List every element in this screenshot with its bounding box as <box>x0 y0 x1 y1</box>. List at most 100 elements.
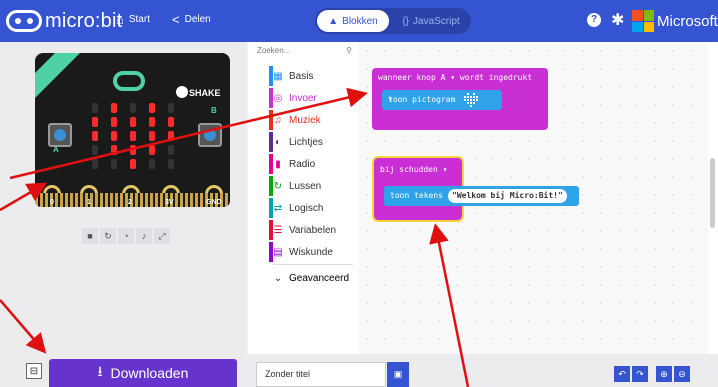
category-invoer[interactable]: ◎ Invoer <box>273 88 356 108</box>
led <box>111 145 117 155</box>
on-button-pressed-block[interactable]: wanneer knop A ▾ wordt ingedrukt toon pi… <box>372 68 548 130</box>
category-label: Variabelen <box>289 224 337 236</box>
chevron-down-icon[interactable]: ▾ <box>388 95 393 104</box>
led <box>130 131 136 141</box>
javascript-tab[interactable]: {} JavaScript <box>395 10 467 32</box>
led <box>168 145 174 155</box>
led <box>111 131 117 141</box>
led <box>149 145 155 155</box>
block2-header: bij schudden ▾ <box>380 165 448 174</box>
zoom-in-icon[interactable]: ⊕ <box>656 366 672 382</box>
fullscreen-icon[interactable]: ⤢ <box>154 228 170 244</box>
blocks-tab[interactable]: ▲ Blokken <box>317 10 389 32</box>
category-advanced[interactable]: ⌄ Geavanceerd <box>273 268 356 288</box>
category-label: Radio <box>289 158 316 170</box>
search-input[interactable]: Zoeken... <box>257 46 290 55</box>
brand-label: Microsoft <box>657 12 718 30</box>
string-field[interactable]: "Welkom bij Micro:Bit!" <box>448 189 567 203</box>
category-label: Lussen <box>289 180 322 192</box>
button-a[interactable] <box>48 123 72 147</box>
shuffle-icon: ⇄ <box>273 202 283 214</box>
advanced-label: Geavanceerd <box>289 272 350 284</box>
led <box>92 145 98 155</box>
shake-button[interactable] <box>176 86 188 98</box>
show-icon-block[interactable]: toon pictogram ▾ <box>382 90 502 110</box>
led <box>149 117 155 127</box>
led <box>149 131 155 141</box>
led <box>130 117 136 127</box>
led <box>111 103 117 113</box>
toolbox-divider <box>273 264 353 265</box>
download-label: Downloaden <box>110 365 189 381</box>
download-button[interactable]: ⭳ Downloaden <box>49 359 237 387</box>
javascript-label: JavaScript <box>413 15 460 27</box>
edge-connector <box>35 193 230 207</box>
start-label: Start <box>128 14 150 25</box>
shake-label: SHAKE <box>189 88 221 98</box>
simulator-panel: A B SHAKE 0 1 2 3V GND ■ ↻ ◔ ♪ ⤢ <box>0 42 246 354</box>
category-basis[interactable]: ▦ Basis <box>273 66 356 86</box>
redo-icon[interactable]: ↷ <box>632 366 648 382</box>
help-icon[interactable]: ? <box>587 13 601 27</box>
button-b-label: B <box>211 106 217 115</box>
chevron-down-icon: ⌄ <box>273 272 283 284</box>
zoom-out-icon[interactable]: ⊖ <box>674 366 690 382</box>
search-icon: ⚲ <box>346 46 352 55</box>
category-label: Invoer <box>289 92 317 104</box>
led <box>168 131 174 141</box>
category-lussen[interactable]: ↻ Lussen <box>273 176 356 196</box>
logo-text: micro:bit <box>45 9 123 32</box>
slowmo-icon[interactable]: ◔ <box>118 228 134 244</box>
start-button[interactable]: ⌂ Start <box>116 12 150 27</box>
toggle-icon: ◐ <box>274 136 282 148</box>
headphones-icon: ♫ <box>274 114 282 126</box>
signal-icon: ▮ <box>275 158 281 170</box>
save-icon[interactable]: ▣ <box>387 362 409 387</box>
blocks-icon: ▲ <box>328 15 339 27</box>
category-label: Wiskunde <box>289 246 333 258</box>
led <box>130 159 136 169</box>
pin-label-0: 0 <box>50 199 54 206</box>
led <box>92 131 98 141</box>
pin-label-3v: 3V <box>165 199 174 206</box>
led <box>130 103 136 113</box>
led <box>92 103 98 113</box>
category-label: Basis <box>289 70 314 82</box>
toolbox-search[interactable]: Zoeken... ⚲ <box>257 46 352 55</box>
gear-icon[interactable]: ✱ <box>611 10 624 30</box>
category-variabelen[interactable]: ☰ Variabelen <box>273 220 356 240</box>
stop-icon[interactable]: ■ <box>82 228 98 244</box>
show-string-block[interactable]: toon tekens "Welkom bij Micro:Bit!" <box>384 186 579 206</box>
editor-toggle: ▲ Blokken {} JavaScript <box>315 8 471 34</box>
target-icon: ◎ <box>273 92 283 104</box>
heart-icon[interactable] <box>464 93 478 107</box>
microbit-board: A B SHAKE 0 1 2 3V GND <box>35 53 230 207</box>
workspace-scrollbar[interactable] <box>707 42 718 354</box>
microsoft-logo[interactable]: Microsoft <box>632 10 718 32</box>
home-icon: ⌂ <box>116 12 124 27</box>
led <box>168 159 174 169</box>
undo-icon[interactable]: ↶ <box>614 366 630 382</box>
block1-header: wanneer knop A ▾ wordt ingedrukt <box>378 73 533 82</box>
microbit-logo[interactable]: micro:bit <box>6 8 122 34</box>
category-label: Logisch <box>289 202 324 214</box>
pin-label-gnd: GND <box>206 199 222 206</box>
toggle-simulator-icon[interactable]: ⊟ <box>26 363 42 379</box>
list-icon: ☰ <box>273 224 283 236</box>
button-a-label: A <box>53 145 59 154</box>
category-radio[interactable]: ▮ Radio <box>273 154 356 174</box>
project-title-input[interactable]: Zonder titel <box>256 362 386 387</box>
led <box>130 145 136 155</box>
led <box>92 159 98 169</box>
category-muziek[interactable]: ♫ Muziek <box>273 110 356 130</box>
share-icon: < <box>172 12 180 27</box>
category-lichtjes[interactable]: ◐ Lichtjes <box>273 132 356 152</box>
category-wiskunde[interactable]: ▤ Wiskunde <box>273 242 356 262</box>
blocks-label: Blokken <box>342 15 378 27</box>
restart-icon[interactable]: ↻ <box>100 228 116 244</box>
block2-inner-label: toon tekens <box>390 191 443 200</box>
mute-icon[interactable]: ♪ <box>136 228 152 244</box>
share-button[interactable]: < Delen <box>172 12 211 27</box>
category-logisch[interactable]: ⇄ Logisch <box>273 198 356 218</box>
button-b[interactable] <box>198 123 222 147</box>
